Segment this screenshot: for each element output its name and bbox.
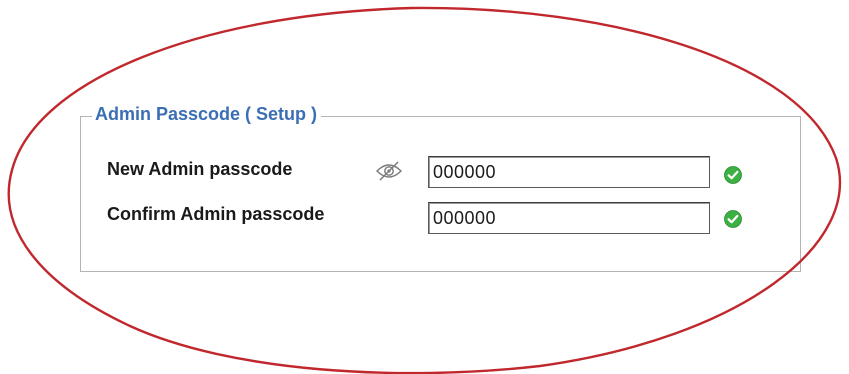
screenshot-canvas: Admin Passcode ( Setup ) New Admin passc… (0, 0, 849, 374)
eye-slash-icon[interactable] (374, 160, 404, 182)
new-passcode-label: New Admin passcode (107, 159, 293, 179)
admin-passcode-fieldset (80, 116, 801, 272)
confirm-passcode-label: Confirm Admin passcode (107, 204, 325, 224)
fieldset-legend: Admin Passcode ( Setup ) (92, 103, 322, 125)
green-check-icon (724, 166, 742, 184)
confirm-passcode-input[interactable] (428, 202, 710, 234)
green-check-icon (724, 210, 742, 228)
new-passcode-input[interactable] (428, 156, 710, 188)
